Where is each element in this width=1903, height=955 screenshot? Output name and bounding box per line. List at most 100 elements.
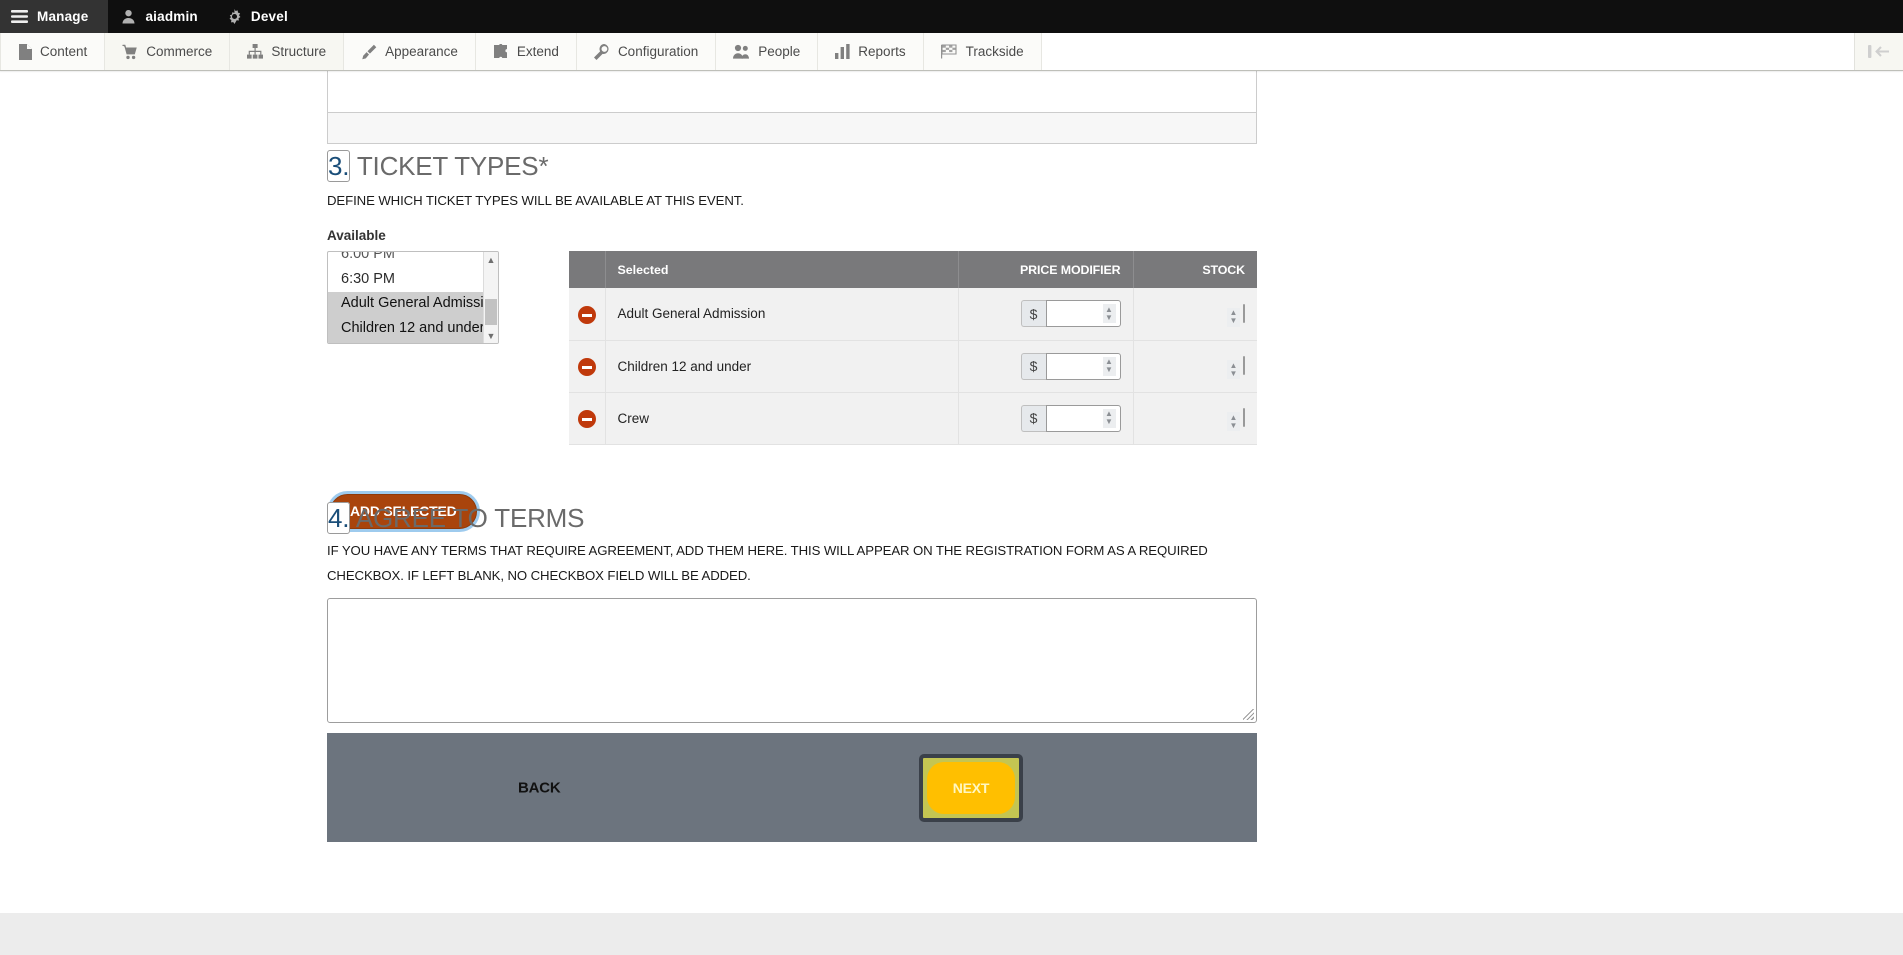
hamburger-icon [11,10,28,23]
ticket-types-table-wrapper: Selected Price modifier Stock Adult Gene… [569,251,1257,445]
price-spinner-icon[interactable]: ▲ ▼ [1102,408,1116,428]
available-options-list: 6:00 PM 6:30 PM Adult General Admission … [328,252,483,343]
remove-cell [569,288,606,341]
available-option[interactable]: Children 12 and under [328,316,483,341]
table-row: Crew $ ▲ ▼ ▲ ▼ [569,392,1257,445]
price-spinner-icon[interactable]: ▲ ▼ [1102,304,1116,324]
menu-item-content[interactable]: Content [0,33,106,70]
menu-item-commerce[interactable]: Commerce [105,33,231,70]
menu-item-appearance[interactable]: Appearance [344,33,476,70]
textarea-resize-handle[interactable] [1243,709,1254,720]
stock-input[interactable]: ▲ ▼ [1227,408,1245,431]
price-modifier-field[interactable]: $ ▲ ▼ [1020,300,1121,328]
previous-section-panel-footer [328,112,1256,143]
menu-item-configuration-label: Configuration [617,44,699,59]
ticket-type-name: Children 12 and under [605,340,959,393]
people-icon [733,44,750,59]
wrench-icon [593,43,610,60]
toolbar-tab-account[interactable]: aiadmin [108,0,213,33]
gear-icon [227,9,242,24]
table-row: Children 12 and under $ ▲ ▼ ▲ ▼ [569,340,1257,393]
admin-toolbar-menu: Content Commerce Structure Appearance Ex… [0,33,1903,71]
price-modifier-field[interactable]: $ ▲ ▼ [1020,352,1121,380]
section-3-title: TICKET TYPES* [356,151,549,181]
available-option[interactable]: Adult General Admission [328,292,483,317]
menu-item-extend-label: Extend [516,44,559,59]
price-modifier-field[interactable]: $ ▲ ▼ [1020,404,1121,432]
currency-prefix: $ [1020,300,1046,328]
section-4-number: 4. [327,502,351,534]
menu-item-reports-label: Reports [858,44,906,59]
toolbar-tab-account-label: aiadmin [145,9,198,24]
menu-item-trackside-label: Trackside [965,44,1024,59]
next-button[interactable]: Next [927,761,1015,814]
price-modifier-cell: $ ▲ ▼ [958,340,1134,393]
next-button-focus-ring: Next [919,753,1023,822]
stock-cell: ▲ ▼ [1133,340,1257,393]
price-modifier-input[interactable]: ▲ ▼ [1045,300,1121,328]
column-price-modifier: Price modifier [958,251,1134,288]
available-option[interactable]: 6:30 PM [328,268,483,293]
admin-toolbar-bar: Manage aiadmin Devel [0,0,1903,33]
stock-input[interactable]: ▲ ▼ [1227,356,1245,379]
toolbar-tab-manage[interactable]: Manage [0,0,109,33]
remove-ticket-type-icon[interactable] [577,410,596,429]
menu-item-appearance-label: Appearance [385,44,458,59]
menu-item-people[interactable]: People [716,33,819,70]
ticket-type-name: Crew [605,392,959,445]
puzzle-icon [493,43,509,59]
stock-cell: ▲ ▼ [1133,288,1257,341]
checkered-flag-icon [940,44,958,59]
menu-item-configuration[interactable]: Configuration [576,33,717,70]
remove-cell [569,392,606,445]
available-label: Available [327,228,386,243]
section-3-description: DEFINE WHICH TICKET TYPES WILL BE AVAILA… [327,193,744,208]
section-3-number: 3. [327,150,351,182]
available-option[interactable]: Crew [328,341,483,343]
remove-ticket-type-icon[interactable] [577,306,596,324]
menu-item-trackside[interactable]: Trackside [923,33,1042,70]
toolbar-spacer [1041,33,1855,70]
available-option[interactable]: 6:00 PM [328,252,483,268]
available-ticket-types-select[interactable]: 6:00 PM 6:30 PM Adult General Admission … [327,251,499,344]
agree-to-terms-textarea[interactable] [327,598,1257,723]
back-button[interactable]: Back [512,775,567,800]
section-3-heading: 3. TICKET TYPES* [327,150,1257,182]
toolbar-orientation-icon[interactable] [1855,33,1903,70]
column-selected: Selected [605,251,959,288]
scrollbar-thumb[interactable] [485,299,497,325]
price-modifier-cell: $ ▲ ▼ [958,392,1134,445]
column-remove [569,251,606,288]
menu-item-extend[interactable]: Extend [475,33,577,70]
price-modifier-input[interactable]: ▲ ▼ [1045,404,1121,432]
stock-spinner-icon[interactable]: ▲ ▼ [1227,307,1240,327]
scroll-up-icon[interactable]: ▲ [484,252,498,267]
ticket-type-name: Adult General Admission [605,288,959,341]
page-background-fill [0,913,1903,955]
price-modifier-cell: $ ▲ ▼ [958,288,1134,341]
page-body: 3. TICKET TYPES* DEFINE WHICH TICKET TYP… [0,71,1903,955]
price-modifier-input[interactable]: ▲ ▼ [1045,352,1121,380]
toolbar-tab-devel-label: Devel [250,9,288,24]
form-actions-bar: Back Next [327,733,1257,842]
currency-prefix: $ [1020,404,1046,432]
stock-input[interactable]: ▲ ▼ [1227,303,1245,327]
terms-textarea-value [328,599,1256,611]
cart-icon [122,44,138,60]
toolbar-tab-devel[interactable]: Devel [214,0,304,33]
remove-cell [569,340,606,393]
section-4-description: IF YOU HAVE ANY TERMS THAT REQUIRE AGREE… [327,543,1208,583]
table-row: Adult General Admission $ ▲ ▼ ▲ ▼ [569,288,1257,341]
price-spinner-icon[interactable]: ▲ ▼ [1102,356,1116,376]
table-header-row: Selected Price modifier Stock [569,251,1257,288]
section-4-heading: 4. AGREE TO TERMS [327,502,1257,534]
menu-item-commerce-label: Commerce [146,44,213,59]
scroll-down-icon[interactable]: ▼ [484,328,498,343]
stock-spinner-icon[interactable]: ▲ ▼ [1227,412,1240,431]
menu-item-structure[interactable]: Structure [230,33,345,70]
menu-item-reports[interactable]: Reports [818,33,924,70]
stock-spinner-icon[interactable]: ▲ ▼ [1227,360,1240,379]
remove-ticket-type-icon[interactable] [577,358,596,377]
select-scrollbar[interactable]: ▲ ▼ [483,252,498,343]
ticket-types-table: Selected Price modifier Stock Adult Gene… [569,251,1257,445]
